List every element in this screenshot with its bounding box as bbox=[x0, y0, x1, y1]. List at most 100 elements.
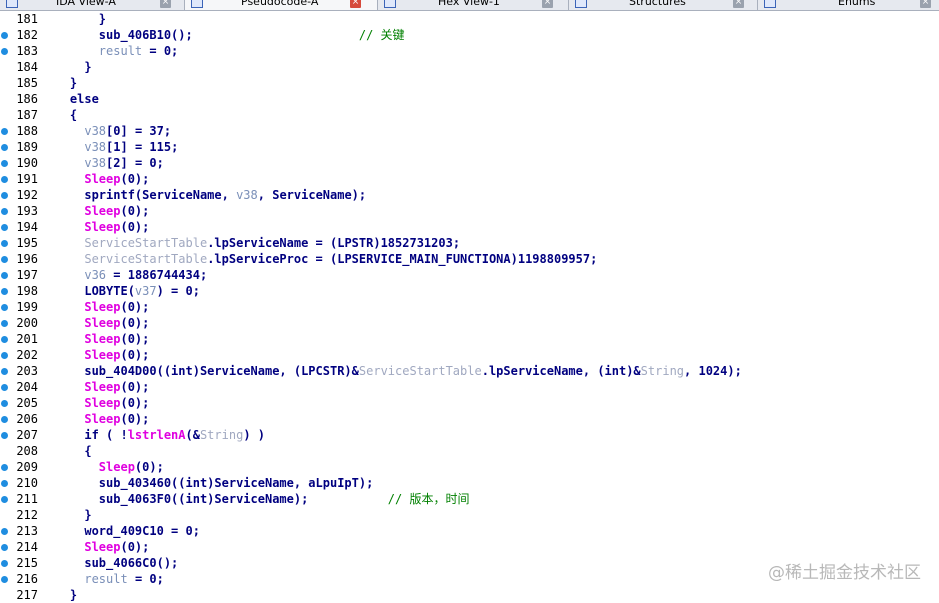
code-token: word_409C10 = 0; bbox=[41, 524, 200, 538]
code-line[interactable]: 206 Sleep(0); bbox=[0, 411, 939, 427]
code-line[interactable]: 210 sub_403460((int)ServiceName, aLpuIpT… bbox=[0, 475, 939, 491]
code-text[interactable]: } bbox=[41, 507, 91, 523]
code-text[interactable]: v38[0] = 37; bbox=[41, 123, 171, 139]
code-line[interactable]: 187 { bbox=[0, 107, 939, 123]
code-text[interactable]: ServiceStartTable.lpServiceProc = (LPSER… bbox=[41, 251, 597, 267]
code-line[interactable]: 198 LOBYTE(v37) = 0; bbox=[0, 283, 939, 299]
code-text[interactable]: v38[1] = 115; bbox=[41, 139, 178, 155]
code-text[interactable]: sub_4063F0((int)ServiceName); // 版本，时间 bbox=[41, 491, 470, 507]
code-line[interactable]: 182 sub_406B10(); // 关键 bbox=[0, 27, 939, 43]
code-text[interactable]: Sleep(0); bbox=[41, 347, 149, 363]
code-token: result bbox=[98, 44, 143, 58]
code-token: v37 bbox=[134, 284, 157, 298]
code-text[interactable]: if ( !lstrlenA(&String) ) bbox=[41, 427, 265, 443]
code-line[interactable]: 204 Sleep(0); bbox=[0, 379, 939, 395]
code-text[interactable]: Sleep(0); bbox=[41, 459, 164, 475]
code-text[interactable]: Sleep(0); bbox=[41, 219, 149, 235]
tab-ida-view-a[interactable]: IDA View-A × bbox=[0, 0, 185, 10]
code-line[interactable]: 202 Sleep(0); bbox=[0, 347, 939, 363]
line-number: 184 bbox=[16, 60, 38, 74]
code-line[interactable]: 195 ServiceStartTable.lpServiceName = (L… bbox=[0, 235, 939, 251]
code-line[interactable]: 194 Sleep(0); bbox=[0, 219, 939, 235]
code-text[interactable]: result = 0; bbox=[41, 571, 163, 587]
code-text[interactable]: result = 0; bbox=[41, 43, 178, 59]
code-line[interactable]: 199 Sleep(0); bbox=[0, 299, 939, 315]
code-line[interactable]: 196 ServiceStartTable.lpServiceProc = (L… bbox=[0, 251, 939, 267]
close-icon[interactable]: × bbox=[733, 0, 744, 8]
code-text[interactable]: Sleep(0); bbox=[41, 203, 149, 219]
tab-hex-view-1[interactable]: Hex View-1 × bbox=[378, 0, 569, 10]
code-line[interactable]: 205 Sleep(0); bbox=[0, 395, 939, 411]
code-line[interactable]: 190 v38[2] = 0; bbox=[0, 155, 939, 171]
code-text[interactable]: sprintf(ServiceName, v38, ServiceName); bbox=[41, 187, 366, 203]
code-text[interactable]: Sleep(0); bbox=[41, 379, 149, 395]
code-line[interactable]: 188 v38[0] = 37; bbox=[0, 123, 939, 139]
code-line[interactable]: 192 sprintf(ServiceName, v38, ServiceNam… bbox=[0, 187, 939, 203]
code-line[interactable]: 208 { bbox=[0, 443, 939, 459]
code-text[interactable]: LOBYTE(v37) = 0; bbox=[41, 283, 200, 299]
code-text[interactable]: Sleep(0); bbox=[41, 411, 149, 427]
code-text[interactable]: v38[2] = 0; bbox=[41, 155, 163, 171]
code-text[interactable]: sub_4066C0(); bbox=[41, 555, 178, 571]
line-number: 209 bbox=[16, 460, 38, 474]
code-line[interactable]: 203 sub_404D00((int)ServiceName, (LPCSTR… bbox=[0, 363, 939, 379]
code-line[interactable]: 185 } bbox=[0, 75, 939, 91]
code-line[interactable]: 213 word_409C10 = 0; bbox=[0, 523, 939, 539]
code-token: Sleep bbox=[84, 300, 121, 314]
code-token: sprintf(ServiceName, bbox=[41, 188, 237, 202]
code-line[interactable]: 197 v36 = 1886744434; bbox=[0, 267, 939, 283]
line-number: 210 bbox=[16, 476, 38, 490]
code-line[interactable]: 186 else bbox=[0, 91, 939, 107]
code-text[interactable]: Sleep(0); bbox=[41, 539, 149, 555]
code-text[interactable]: } bbox=[41, 11, 106, 27]
code-text[interactable]: { bbox=[41, 107, 77, 123]
code-text[interactable]: sub_403460((int)ServiceName, aLpuIpT); bbox=[41, 475, 374, 491]
line-number: 185 bbox=[16, 76, 38, 90]
code-token: ) = 0; bbox=[156, 284, 200, 298]
code-text[interactable]: word_409C10 = 0; bbox=[41, 523, 200, 539]
close-icon[interactable]: × bbox=[350, 0, 361, 8]
code-token: v38 bbox=[84, 140, 107, 154]
code-line[interactable]: 207 if ( !lstrlenA(&String) ) bbox=[0, 427, 939, 443]
code-line[interactable]: 189 v38[1] = 115; bbox=[0, 139, 939, 155]
code-line[interactable]: 214 Sleep(0); bbox=[0, 539, 939, 555]
code-line[interactable]: 183 result = 0; bbox=[0, 43, 939, 59]
close-icon[interactable]: × bbox=[160, 0, 171, 8]
code-text[interactable]: } bbox=[41, 75, 77, 91]
code-text[interactable]: ServiceStartTable.lpServiceName = (LPSTR… bbox=[41, 235, 460, 251]
code-line[interactable]: 200 Sleep(0); bbox=[0, 315, 939, 331]
code-text[interactable]: v36 = 1886744434; bbox=[41, 267, 207, 283]
code-line[interactable]: 201 Sleep(0); bbox=[0, 331, 939, 347]
code-line[interactable]: 181 } bbox=[0, 11, 939, 27]
code-text[interactable]: else bbox=[41, 91, 99, 107]
code-text[interactable]: Sleep(0); bbox=[41, 331, 149, 347]
code-text[interactable]: Sleep(0); bbox=[41, 299, 149, 315]
code-line[interactable]: 191 Sleep(0); bbox=[0, 171, 939, 187]
code-line[interactable]: 212 } bbox=[0, 507, 939, 523]
close-icon[interactable]: × bbox=[542, 0, 553, 8]
code-token: (0); bbox=[134, 460, 164, 474]
code-text[interactable]: sub_404D00((int)ServiceName, (LPCSTR)&Se… bbox=[41, 363, 741, 379]
code-line[interactable]: 209 Sleep(0); bbox=[0, 459, 939, 475]
code-text[interactable]: Sleep(0); bbox=[41, 315, 149, 331]
close-icon[interactable]: × bbox=[920, 0, 931, 8]
code-text[interactable]: sub_406B10(); // 关键 bbox=[41, 27, 405, 43]
code-line[interactable]: 211 sub_4063F0((int)ServiceName); // 版本，… bbox=[0, 491, 939, 507]
tab-structures[interactable]: Structures × bbox=[569, 0, 758, 10]
code-line[interactable]: 193 Sleep(0); bbox=[0, 203, 939, 219]
code-token: .lpServiceProc = (LPSERVICE_MAIN_FUNCTIO… bbox=[207, 252, 598, 266]
code-line[interactable]: 184 } bbox=[0, 59, 939, 75]
code-text[interactable]: Sleep(0); bbox=[41, 171, 149, 187]
code-text[interactable]: Sleep(0); bbox=[41, 395, 149, 411]
code-text[interactable]: { bbox=[41, 443, 91, 459]
code-token: (0); bbox=[120, 412, 150, 426]
line-number: 204 bbox=[16, 380, 38, 394]
code-text[interactable]: } bbox=[41, 59, 91, 75]
tab-pseudocode-a[interactable]: Pseudocode-A × bbox=[185, 0, 378, 10]
code-token: (0); bbox=[120, 300, 150, 314]
tab-enums[interactable]: Enums × bbox=[758, 0, 939, 10]
